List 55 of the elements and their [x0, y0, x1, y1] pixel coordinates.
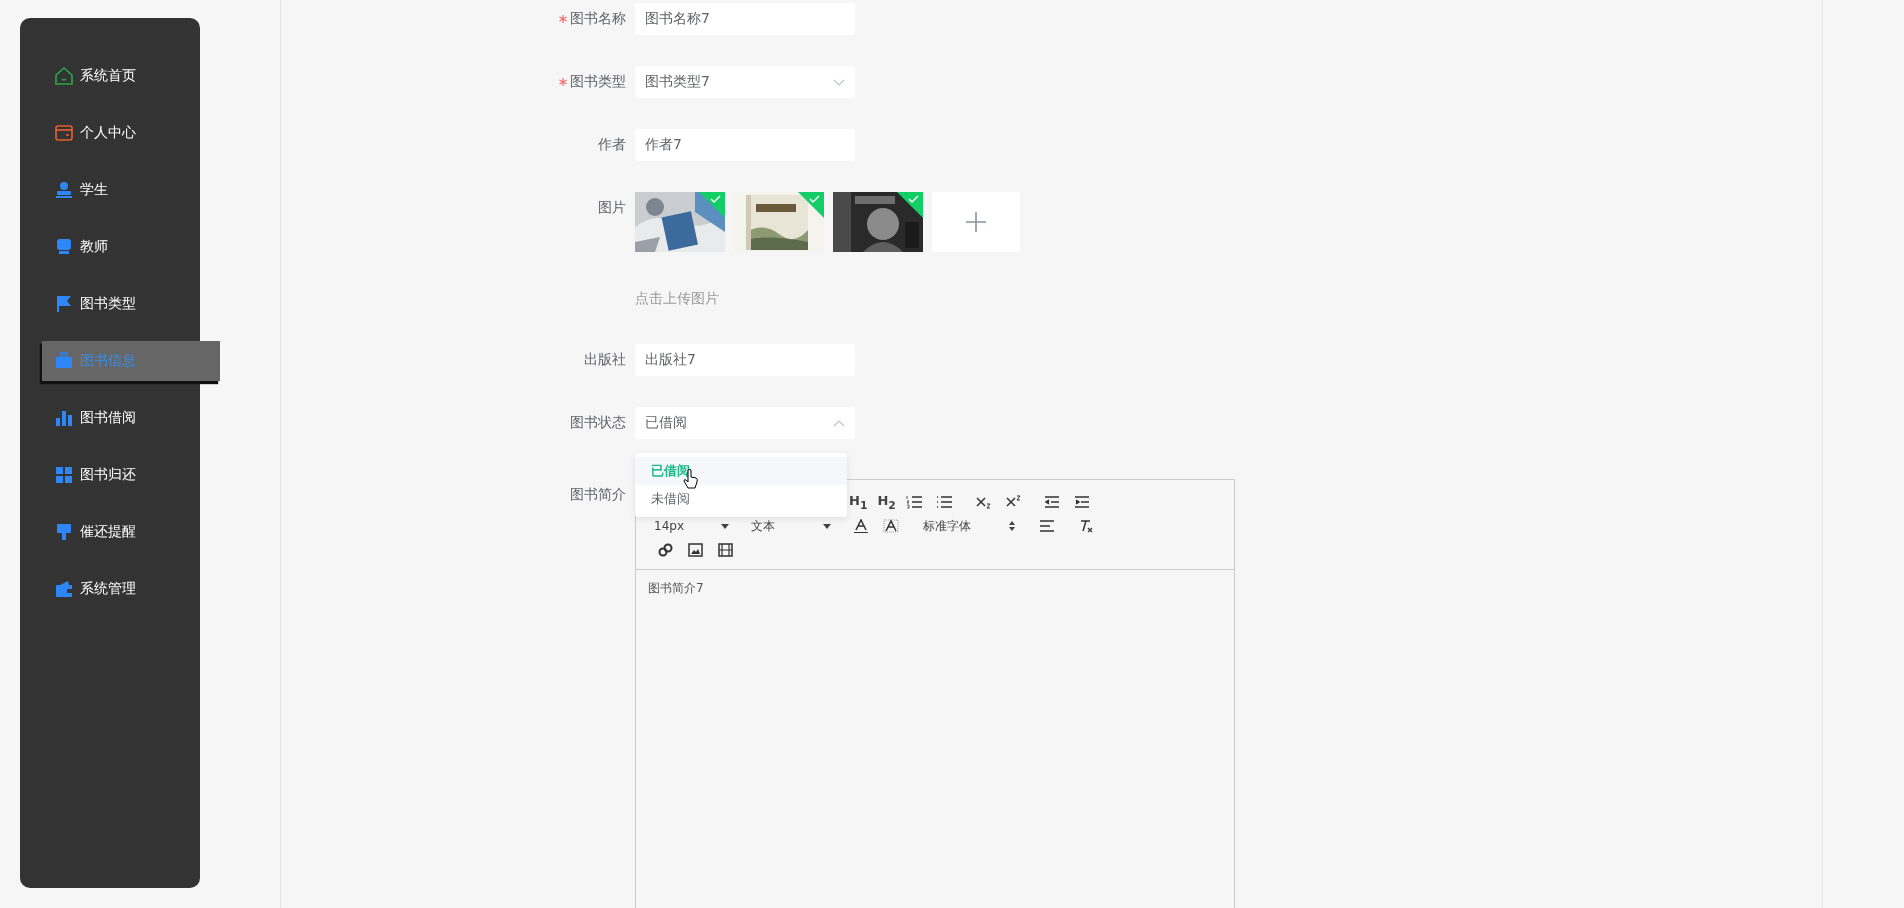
select-control[interactable]: 文本	[751, 517, 831, 535]
film-icon[interactable]	[718, 543, 734, 557]
field-label: 图书状态	[570, 414, 626, 432]
person-icon	[54, 180, 74, 200]
wallet-icon	[54, 579, 74, 599]
briefcase-icon	[54, 351, 74, 371]
plus-icon	[966, 212, 986, 232]
sidebar-item[interactable]: 教师	[20, 227, 200, 267]
heading-button[interactable]: H$_{2}$	[877, 492, 896, 512]
align-icon[interactable]	[1039, 519, 1055, 533]
sidebar-item[interactable]: 系统管理	[20, 569, 200, 609]
field-label: 作者	[598, 136, 626, 154]
sidebar-item[interactable]: 个人中心	[20, 113, 200, 153]
text-field[interactable]: 图书名称7	[635, 3, 855, 35]
caret-icon	[823, 523, 831, 529]
text-field[interactable]: 出版社7	[635, 344, 855, 376]
field-label: 出版社	[584, 351, 626, 369]
sidebar-item[interactable]: 学生	[20, 170, 200, 210]
sidebar-item[interactable]: 系统首页	[20, 56, 200, 96]
select-field[interactable]: 图书类型7	[635, 66, 855, 98]
superscript-icon[interactable]	[1005, 495, 1022, 509]
upload-hint: 点击上传图片	[635, 290, 720, 308]
wallet-icon	[54, 123, 74, 143]
select-field[interactable]: 已借阅	[635, 407, 855, 439]
subscript-icon[interactable]	[975, 495, 992, 509]
dropdown-option[interactable]: 未借阅	[635, 485, 847, 513]
image-icon[interactable]	[688, 543, 704, 557]
link-icon[interactable]	[658, 543, 674, 557]
field-label: 图书类型	[570, 73, 626, 91]
sidebar-item[interactable]: 催还提醒	[20, 512, 200, 552]
select-control[interactable]: 14px	[654, 519, 729, 533]
font-color-icon[interactable]	[853, 519, 869, 533]
sort-caret-icon	[1009, 521, 1015, 531]
field-label: 图片	[598, 199, 626, 217]
select-control[interactable]: 标准字体	[923, 517, 1015, 535]
ordered-list-icon[interactable]	[905, 495, 922, 509]
text-field[interactable]: 作者7	[635, 129, 855, 161]
sidebar-item[interactable]: 图书归还	[20, 455, 200, 495]
flag-icon	[54, 294, 74, 314]
heading-button[interactable]: H$_{1}$	[849, 492, 868, 512]
editor-text: 图书简介7	[648, 581, 704, 595]
house-icon	[54, 66, 74, 86]
caret-icon	[721, 523, 729, 529]
field-label: 图书名称	[570, 10, 626, 28]
highlight-color-icon[interactable]	[883, 519, 899, 533]
field-label: 图书简介	[570, 486, 626, 504]
outdent-icon[interactable]	[1043, 495, 1060, 509]
sidebar-item[interactable]: 图书类型	[20, 284, 200, 324]
bar-chart-icon	[54, 408, 74, 428]
brush-icon	[54, 522, 74, 542]
sidebar-item[interactable]: 图书借阅	[20, 398, 200, 438]
monitor-icon	[54, 237, 74, 257]
indent-icon[interactable]	[1073, 495, 1090, 509]
bullet-list-icon[interactable]	[935, 495, 952, 509]
grid-icon	[54, 465, 74, 485]
